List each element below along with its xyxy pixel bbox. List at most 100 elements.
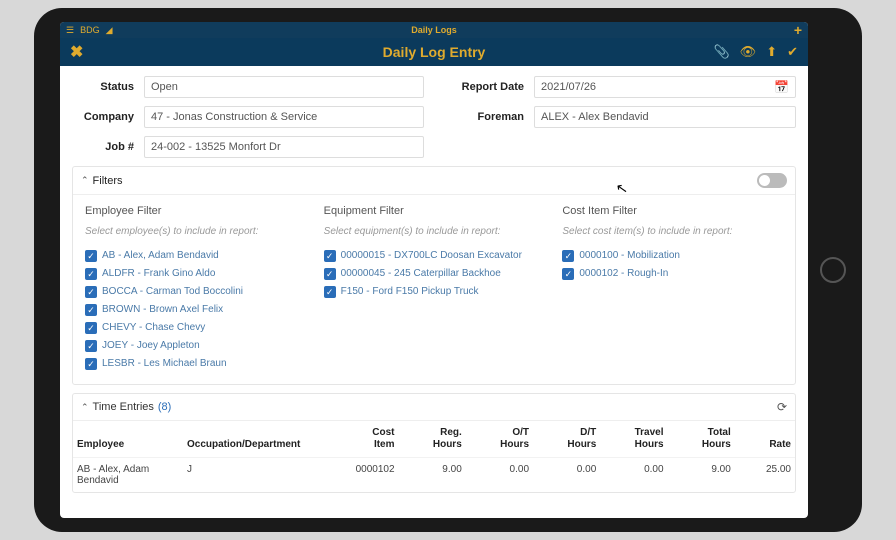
filters-section: ⌃ Filters Employee Filter Select employe…	[72, 166, 796, 385]
employee-item[interactable]: LESBR - Les Michael Braun	[85, 358, 306, 370]
checkbox-icon[interactable]	[85, 250, 97, 262]
report-date-label: Report Date	[444, 81, 524, 93]
content: Status Open Report Date 2021/07/26 📅 Com…	[60, 66, 808, 518]
app-screen: ☰ BDG ◢ Daily Logs + ✖ Daily Log Entry 📎…	[60, 22, 808, 518]
chevron-up-icon: ⌃	[81, 175, 89, 186]
modal-title: Daily Log Entry	[383, 44, 486, 60]
equipment-filter-hint: Select equipment(s) to include in report…	[324, 225, 545, 238]
time-entries-header[interactable]: ⌃ Time Entries (8) ⟳	[73, 394, 795, 420]
col-rate: Rate	[735, 421, 795, 458]
tablet-frame: ☰ BDG ◢ Daily Logs + ✖ Daily Log Entry 📎…	[34, 8, 862, 532]
status-label: Status	[72, 81, 134, 93]
chevron-up-icon: ⌃	[81, 402, 89, 413]
employee-label: BROWN - Brown Axel Felix	[102, 304, 223, 316]
col-cost-item: CostItem	[313, 421, 399, 458]
equipment-item[interactable]: 00000015 - DX700LC Doosan Excavator	[324, 250, 545, 262]
col-employee: Employee	[73, 421, 183, 458]
checkbox-icon[interactable]	[85, 304, 97, 316]
employee-label: LESBR - Les Michael Braun	[102, 358, 227, 370]
checkbox-icon[interactable]	[85, 286, 97, 298]
time-entries-section: ⌃ Time Entries (8) ⟳ Employee Occupation…	[72, 393, 796, 493]
costitem-filter-title: Cost Item Filter	[562, 205, 783, 217]
modal-actions: 📎 👁 ⬆ ✔	[713, 44, 798, 60]
checkbox-icon[interactable]	[85, 268, 97, 280]
cell-occupation: J	[183, 458, 313, 493]
refresh-icon[interactable]: ⟳	[777, 400, 787, 414]
view-icon[interactable]: 👁	[740, 44, 757, 60]
col-total: TotalHours	[668, 421, 735, 458]
employee-filter: Employee Filter Select employee(s) to in…	[85, 205, 306, 370]
confirm-icon[interactable]: ✔	[787, 44, 798, 60]
foreman-label: Foreman	[444, 111, 524, 123]
equipment-item[interactable]: 00000045 - 245 Caterpillar Backhoe	[324, 268, 545, 280]
foreman-field[interactable]: ALEX - Alex Bendavid	[534, 106, 796, 128]
cell-reg: 9.00	[399, 458, 466, 493]
employee-label: CHEVY - Chase Chevy	[102, 322, 205, 334]
employee-filter-hint: Select employee(s) to include in report:	[85, 225, 306, 238]
costitem-filter-hint: Select cost item(s) to include in report…	[562, 225, 783, 238]
equipment-label: 00000015 - DX700LC Doosan Excavator	[341, 250, 522, 262]
checkbox-icon[interactable]	[85, 340, 97, 352]
cell-dt: 0.00	[533, 458, 600, 493]
equipment-filter-title: Equipment Filter	[324, 205, 545, 217]
add-icon[interactable]: +	[794, 22, 802, 38]
costitem-filter: Cost Item Filter Select cost item(s) to …	[562, 205, 783, 370]
cell-employee: AB - Alex, Adam Bendavid	[73, 458, 183, 493]
table-row[interactable]: AB - Alex, Adam BendavidJ00001029.000.00…	[73, 458, 795, 493]
employee-item[interactable]: BROWN - Brown Axel Felix	[85, 304, 306, 316]
employee-item[interactable]: ALDFR - Frank Gino Aldo	[85, 268, 306, 280]
employee-item[interactable]: BOCCA - Carman Tod Boccolini	[85, 286, 306, 298]
equipment-label: 00000045 - 245 Caterpillar Backhoe	[341, 268, 501, 280]
checkbox-icon[interactable]	[85, 358, 97, 370]
attach-icon[interactable]: 📎	[713, 44, 729, 60]
modal-header: ✖ Daily Log Entry 📎 👁 ⬆ ✔	[60, 38, 808, 66]
status-bar: ☰ BDG ◢ Daily Logs +	[60, 22, 808, 38]
employee-item[interactable]: JOEY - Joey Appleton	[85, 340, 306, 352]
home-button[interactable]	[820, 257, 846, 283]
employee-item[interactable]: AB - Alex, Adam Bendavid	[85, 250, 306, 262]
upload-icon[interactable]: ⬆	[766, 44, 777, 60]
checkbox-icon[interactable]	[562, 268, 574, 280]
checkbox-icon[interactable]	[85, 322, 97, 334]
cell-total: 9.00	[668, 458, 735, 493]
employee-label: AB - Alex, Adam Bendavid	[102, 250, 219, 262]
costitem-label: 0000100 - Mobilization	[579, 250, 680, 262]
employee-label: JOEY - Joey Appleton	[102, 340, 200, 352]
col-travel: TravelHours	[600, 421, 667, 458]
cell-rate: 25.00	[735, 458, 795, 493]
col-ot: O/THours	[466, 421, 533, 458]
equipment-item[interactable]: F150 - Ford F150 Pickup Truck	[324, 286, 545, 298]
status-field[interactable]: Open	[144, 76, 424, 98]
costitem-item[interactable]: 0000102 - Rough-In	[562, 268, 783, 280]
employee-filter-title: Employee Filter	[85, 205, 306, 217]
filters-header[interactable]: ⌃ Filters	[73, 167, 795, 195]
job-field[interactable]: 24-002 - 13525 Monfort Dr	[144, 136, 424, 158]
close-icon[interactable]: ✖	[70, 42, 83, 62]
cell-ot: 0.00	[466, 458, 533, 493]
costitem-label: 0000102 - Rough-In	[579, 268, 668, 280]
filters-toggle[interactable]	[757, 173, 787, 188]
company-label: Company	[72, 111, 134, 123]
checkbox-icon[interactable]	[324, 286, 336, 298]
checkbox-icon[interactable]	[324, 268, 336, 280]
time-entries-count: (8)	[158, 401, 171, 413]
employee-item[interactable]: CHEVY - Chase Chevy	[85, 322, 306, 334]
col-occupation: Occupation/Department	[183, 421, 313, 458]
cell-travel: 0.00	[600, 458, 667, 493]
time-entries-title: Time Entries	[93, 401, 154, 413]
report-date-field[interactable]: 2021/07/26 📅	[534, 76, 796, 98]
time-entries-table: Employee Occupation/Department CostItem …	[73, 420, 795, 492]
costitem-item[interactable]: 0000100 - Mobilization	[562, 250, 783, 262]
checkbox-icon[interactable]	[324, 250, 336, 262]
company-field[interactable]: 47 - Jonas Construction & Service	[144, 106, 424, 128]
job-label: Job #	[72, 141, 134, 153]
checkbox-icon[interactable]	[562, 250, 574, 262]
employee-label: ALDFR - Frank Gino Aldo	[102, 268, 215, 280]
employee-label: BOCCA - Carman Tod Boccolini	[102, 286, 243, 298]
calendar-icon[interactable]: 📅	[774, 80, 789, 94]
screen-title: Daily Logs	[60, 25, 808, 35]
equipment-label: F150 - Ford F150 Pickup Truck	[341, 286, 479, 298]
col-reg: Reg.Hours	[399, 421, 466, 458]
filters-title: Filters	[93, 175, 123, 187]
col-dt: D/THours	[533, 421, 600, 458]
